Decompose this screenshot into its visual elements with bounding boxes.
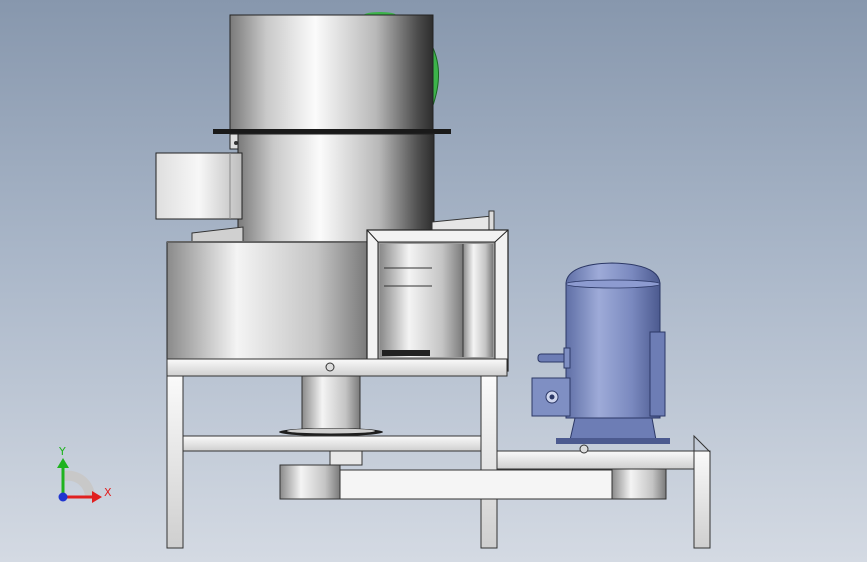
z-axis-dot-icon [58, 492, 68, 502]
y-arrow-icon [57, 458, 69, 468]
shaft-housing[interactable] [279, 375, 383, 436]
inlet-box[interactable] [155, 152, 243, 220]
upper-drum[interactable] [229, 14, 434, 132]
middle-drum[interactable] [237, 133, 435, 243]
y-axis-label: Y [58, 445, 66, 458]
lower-drum[interactable] [166, 241, 368, 360]
discharge-box[interactable] [366, 229, 509, 372]
outlet-pipe[interactable] [431, 210, 495, 233]
electric-motor[interactable] [531, 262, 670, 454]
axis-arc [63, 470, 95, 498]
x-axis-label: X [104, 486, 112, 499]
x-arrow-icon [92, 491, 102, 503]
cad-viewport[interactable]: Y X [0, 0, 867, 562]
axis-triad: Y X [57, 445, 112, 503]
frame-top-plate[interactable] [166, 358, 508, 377]
